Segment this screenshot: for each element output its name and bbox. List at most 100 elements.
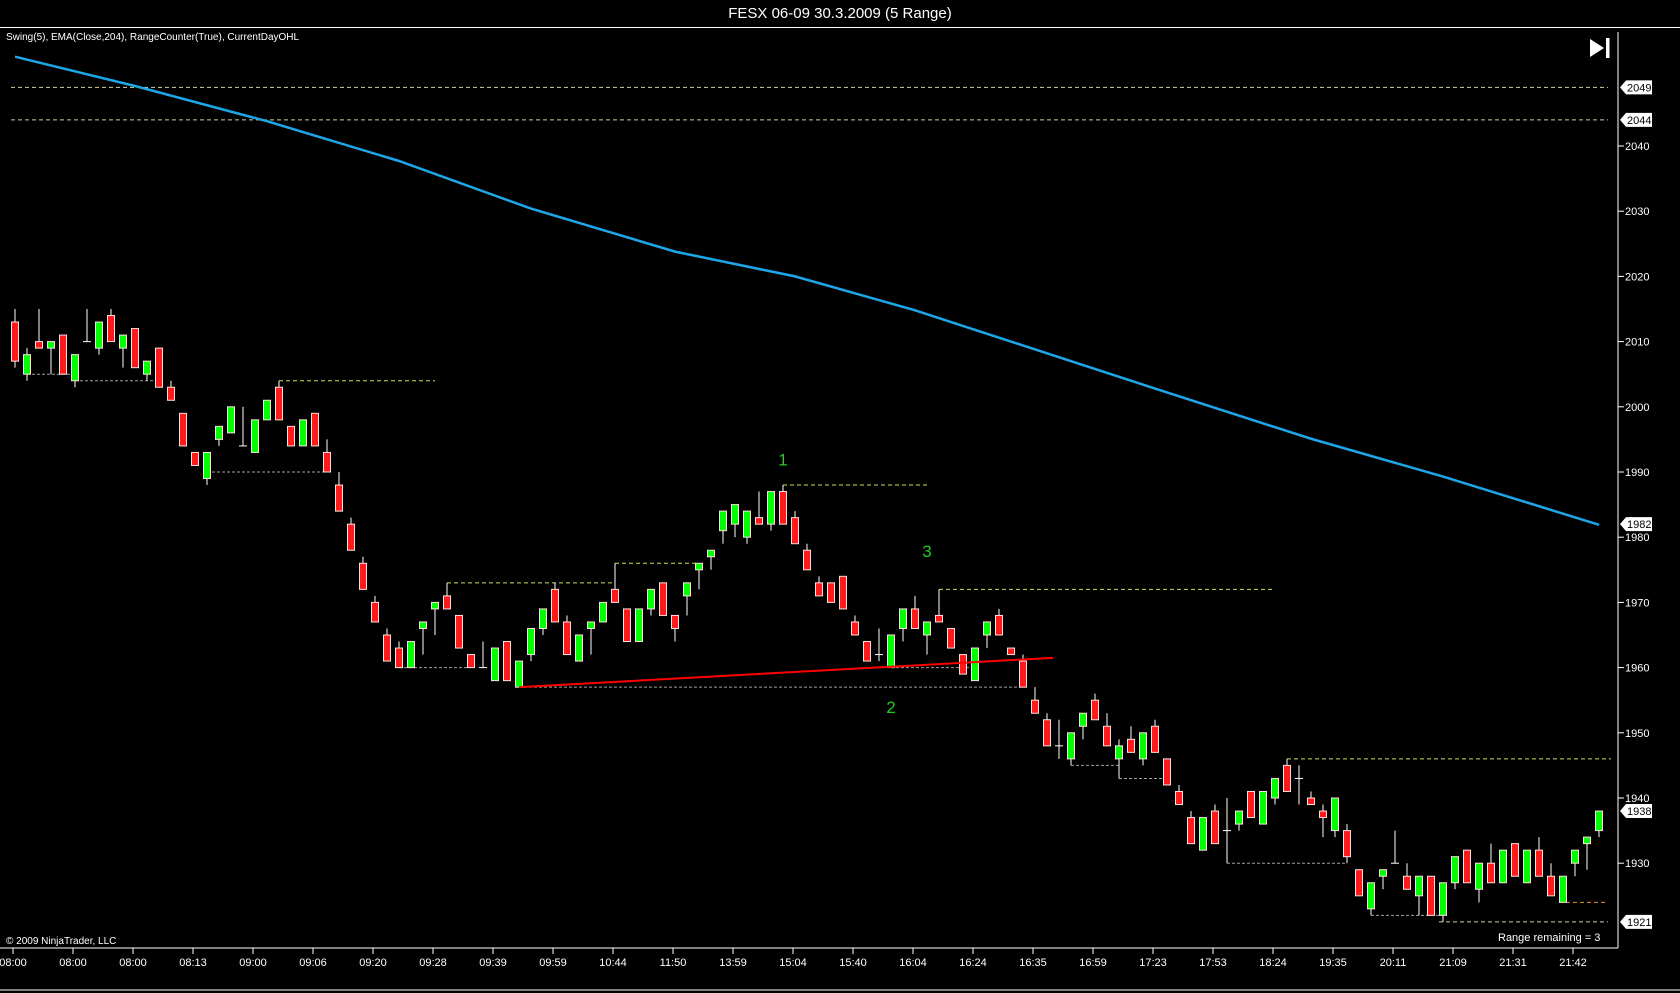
candle — [1115, 739, 1123, 779]
candle — [1175, 784, 1183, 806]
candle — [863, 641, 871, 662]
candle-body — [47, 341, 55, 349]
candle — [455, 614, 463, 649]
time-tick-label: 19:35 — [1319, 957, 1347, 969]
candle-body — [683, 582, 691, 597]
candle-body — [1463, 849, 1471, 884]
time-tick-label: 09:39 — [479, 957, 507, 969]
candle-body — [275, 386, 283, 421]
candle — [671, 614, 679, 642]
candle — [1067, 732, 1075, 766]
candle-body — [59, 334, 67, 375]
candle — [1463, 849, 1471, 884]
candle-body — [863, 641, 871, 662]
candle — [731, 504, 739, 538]
candle-body — [767, 491, 775, 525]
candle-body — [671, 614, 679, 629]
price-axis[interactable]: 2040 2030 2020 2010 2000 1990 1980 1970 1960 1950… — [1618, 80, 1652, 929]
candle — [47, 341, 55, 375]
candle — [1235, 810, 1243, 831]
candle-body — [1331, 797, 1339, 832]
candle-body — [1559, 875, 1567, 903]
candle — [371, 595, 379, 623]
candle — [1415, 875, 1423, 916]
swing-label: 2 — [886, 698, 895, 717]
candle-body — [1211, 810, 1219, 845]
candle-body — [1343, 830, 1351, 858]
candle — [899, 608, 907, 642]
candle-body — [1067, 732, 1075, 760]
candle — [323, 439, 331, 473]
candle — [1427, 875, 1435, 916]
candle-body — [791, 517, 799, 545]
candle-body — [779, 491, 787, 525]
candle-body — [1451, 856, 1459, 884]
candle — [23, 348, 31, 381]
candle-body — [1319, 810, 1327, 819]
candle-body — [491, 647, 499, 682]
candle-body — [431, 601, 439, 610]
indicators-label: Swing(5), EMA(Close,204), RangeCounter(T… — [6, 32, 300, 43]
candle — [1103, 713, 1111, 747]
candle-body — [1127, 738, 1135, 753]
candle-body — [347, 523, 355, 551]
candle-body — [599, 601, 607, 623]
scroll-to-end-icon[interactable] — [1588, 36, 1612, 60]
candle-body — [251, 419, 259, 453]
candle — [1079, 712, 1087, 740]
time-tick-label: 20:11 — [1380, 957, 1407, 969]
candle-body — [1355, 869, 1363, 897]
level-lines — [11, 86, 1608, 923]
candle-body — [947, 627, 955, 649]
swing-label: 3 — [922, 542, 931, 561]
candle — [635, 608, 643, 643]
price-chart[interactable]: 1 2 3 2040 2030 2020 2010 2000 1990 1980 1970 1960… — [0, 0, 1680, 993]
candle — [887, 634, 895, 669]
time-tick-label: 09:06 — [299, 957, 327, 969]
candle-body — [1043, 719, 1051, 747]
candle — [1571, 849, 1579, 877]
candle-body — [707, 549, 715, 558]
candle-body — [395, 647, 403, 669]
candle-body — [1199, 817, 1207, 851]
candle — [143, 360, 151, 381]
candle — [659, 582, 667, 616]
candle — [1055, 719, 1063, 759]
candle — [491, 647, 499, 682]
candle-body — [527, 627, 535, 656]
candle — [923, 621, 931, 655]
candle — [695, 562, 703, 590]
candle-body — [143, 360, 151, 375]
candle — [131, 328, 139, 369]
candle-body — [107, 315, 115, 343]
ema-layer — [14, 55, 1600, 527]
candle-body — [1487, 862, 1495, 884]
candle — [1403, 863, 1411, 890]
price-tag-label: 2049 — [1627, 82, 1651, 94]
candle-body — [1547, 875, 1555, 897]
annotations: 1 2 3 — [778, 450, 931, 717]
candle — [275, 380, 283, 421]
candle-body — [131, 328, 139, 369]
candles — [11, 309, 1603, 922]
candle — [1127, 726, 1135, 753]
candle-body — [299, 419, 307, 447]
candle-body — [1271, 777, 1279, 799]
candle — [707, 549, 715, 570]
candle-body — [1499, 849, 1507, 884]
candle — [419, 621, 427, 655]
time-axis[interactable]: 08:00 08:00 08:00 08:13 09:00 09:06 09:20 09:28… — [0, 948, 1587, 969]
candle — [167, 380, 175, 401]
candle — [599, 601, 607, 623]
price-tag-label: 1938 — [1627, 806, 1651, 818]
candle — [791, 511, 799, 545]
candle-body — [1007, 647, 1015, 656]
candle — [191, 451, 199, 466]
candle — [119, 334, 127, 368]
candle-body — [1595, 810, 1603, 832]
time-tick-label: 09:59 — [539, 957, 567, 969]
candle — [1223, 798, 1231, 864]
candle-body — [887, 634, 895, 669]
candle — [911, 595, 919, 629]
candle-body — [1571, 849, 1579, 864]
